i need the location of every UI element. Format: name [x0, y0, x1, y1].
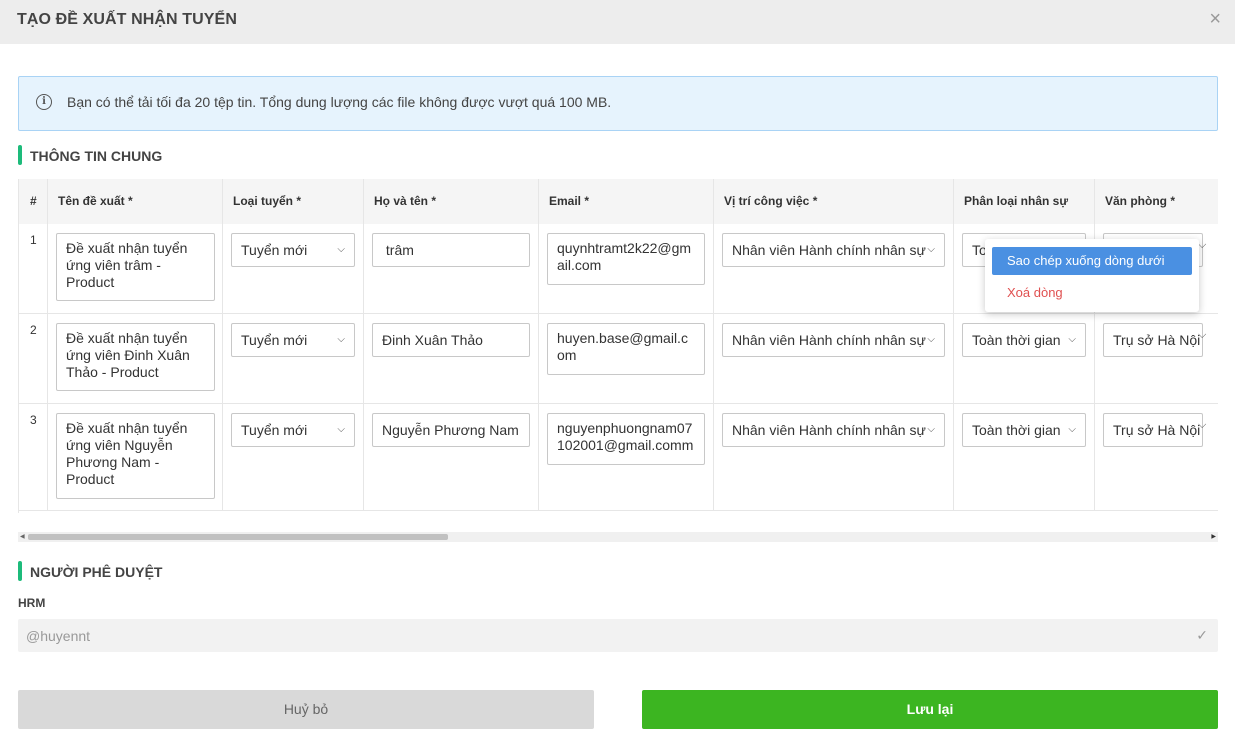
- row-number: 1: [30, 233, 37, 247]
- name-input[interactable]: Đinh Xuân Thảo: [372, 323, 530, 357]
- header-name: Họ và tên *: [364, 179, 539, 224]
- close-icon[interactable]: ×: [1209, 9, 1221, 29]
- type-select[interactable]: Tuyển mới ⌵: [231, 233, 355, 267]
- chevron-down-icon: ⌵: [337, 424, 345, 435]
- classification-select[interactable]: Toàn thời gian ⌵: [962, 323, 1086, 357]
- classification-value: Toàn thời gian: [972, 422, 1061, 438]
- type-value: Tuyển mới: [241, 422, 308, 438]
- scroll-left-arrow-icon[interactable]: ◀: [20, 533, 25, 540]
- header-classification: Phân loại nhân sự: [954, 179, 1095, 224]
- office-select[interactable]: Trụ sở Hà Nội: [1103, 323, 1203, 357]
- table-row: 2 Đề xuất nhận tuyển ứng viên Đinh Xuân …: [19, 314, 1218, 404]
- chevron-down-icon: ⌵: [1068, 334, 1076, 345]
- section-accent-bar: [18, 561, 22, 581]
- dialog-title: TẠO ĐỀ XUẤT NHẬN TUYỂN: [17, 11, 237, 28]
- header-type: Loại tuyển *: [223, 179, 364, 224]
- save-button[interactable]: Lưu lại: [642, 690, 1218, 729]
- scroll-right-arrow-icon[interactable]: ▶: [1211, 533, 1216, 540]
- type-select[interactable]: Tuyển mới ⌵: [231, 413, 355, 447]
- header-index: #: [19, 179, 48, 224]
- email-input[interactable]: quynhtramt2k22@gmail.com: [547, 233, 705, 285]
- proposal-input[interactable]: Đề xuất nhận tuyển ứng viên Đinh Xuân Th…: [56, 323, 215, 391]
- header-position: Vị trí công việc *: [714, 179, 954, 224]
- position-select[interactable]: Nhân viên Hành chính nhân sự ⌵: [722, 233, 945, 267]
- proposal-input[interactable]: Đề xuất nhận tuyển ứng viên Nguyễn Phươn…: [56, 413, 215, 499]
- table-row: 3 Đề xuất nhận tuyển ứng viên Nguyễn Phư…: [19, 404, 1218, 511]
- section-accent-bar: [18, 145, 22, 165]
- name-input[interactable]: Nguyễn Phương Nam: [372, 413, 530, 447]
- position-value: Nhân viên Hành chính nhân sự: [732, 332, 926, 348]
- name-input[interactable]: trâm: [372, 233, 530, 267]
- copy-down-menu-item[interactable]: Sao chép xuống dòng dưới: [992, 247, 1192, 275]
- chevron-down-icon: ⌵: [337, 244, 345, 255]
- section-general-label: THÔNG TIN CHUNG: [30, 148, 163, 164]
- chevron-down-icon: ⌵: [1068, 424, 1076, 435]
- position-select[interactable]: Nhân viên Hành chính nhân sự ⌵: [722, 323, 945, 357]
- dialog-header: TẠO ĐỀ XUẤT NHẬN TUYỂN ×: [0, 0, 1235, 44]
- header-office: Văn phòng *: [1105, 194, 1175, 208]
- approver-field-label: HRM: [18, 596, 46, 610]
- position-value: Nhân viên Hành chính nhân sự: [732, 242, 926, 258]
- row-context-menu: Sao chép xuống dòng dưới Xoá dòng: [985, 239, 1199, 312]
- classification-select[interactable]: Toàn thời gian ⌵: [962, 413, 1086, 447]
- approver-value: @huyennt: [26, 628, 91, 644]
- office-value: Trụ sở Hà Nội: [1113, 422, 1201, 438]
- row-actions-chevron-icon[interactable]: ⌵: [1198, 239, 1206, 252]
- cancel-button[interactable]: Huỷ bỏ: [18, 690, 594, 729]
- info-icon: i: [36, 94, 52, 110]
- header-proposal: Tên đề xuất *: [48, 179, 223, 224]
- type-select[interactable]: Tuyển mới ⌵: [231, 323, 355, 357]
- chevron-down-icon: ⌵: [927, 244, 935, 255]
- chevron-down-icon: ⌵: [927, 424, 935, 435]
- email-input[interactable]: huyen.base@gmail.com: [547, 323, 705, 375]
- row-actions-chevron-icon[interactable]: ⌵: [1198, 419, 1206, 432]
- table-header: # Tên đề xuất * Loại tuyển * Họ và tên *…: [19, 179, 1218, 224]
- type-value: Tuyển mới: [241, 242, 308, 258]
- table-horizontal-scrollbar[interactable]: ◀ ▶: [18, 532, 1218, 542]
- position-select[interactable]: Nhân viên Hành chính nhân sự ⌵: [722, 413, 945, 447]
- row-actions-chevron-icon[interactable]: ⌵: [1198, 329, 1206, 342]
- delete-row-menu-item[interactable]: Xoá dòng: [1007, 285, 1063, 300]
- check-icon: ✓: [1196, 627, 1208, 643]
- email-input[interactable]: nguyenphuongnam07102001@gmail.comm: [547, 413, 705, 465]
- classification-value: Toàn thời gian: [972, 332, 1061, 348]
- proposal-input[interactable]: Đề xuất nhận tuyển ứng viên trâm - Produ…: [56, 233, 215, 301]
- chevron-down-icon: ⌵: [337, 334, 345, 345]
- section-approver-label: NGƯỜI PHÊ DUYỆT: [30, 564, 163, 580]
- row-number: 3: [30, 413, 37, 427]
- office-select[interactable]: Trụ sở Hà Nội: [1103, 413, 1203, 447]
- header-email: Email *: [539, 179, 714, 224]
- info-banner: i Bạn có thể tải tối đa 20 tệp tin. Tổng…: [18, 76, 1218, 131]
- scrollbar-thumb[interactable]: [28, 534, 448, 540]
- office-value: Trụ sở Hà Nội: [1113, 332, 1201, 348]
- type-value: Tuyển mới: [241, 332, 308, 348]
- info-text: Bạn có thể tải tối đa 20 tệp tin. Tổng d…: [67, 94, 612, 110]
- chevron-down-icon: ⌵: [927, 334, 935, 345]
- candidates-table: # Tên đề xuất * Loại tuyển * Họ và tên *…: [18, 179, 1218, 513]
- row-number: 2: [30, 323, 37, 337]
- approver-field[interactable]: @huyennt ✓: [18, 619, 1218, 652]
- position-value: Nhân viên Hành chính nhân sự: [732, 422, 926, 438]
